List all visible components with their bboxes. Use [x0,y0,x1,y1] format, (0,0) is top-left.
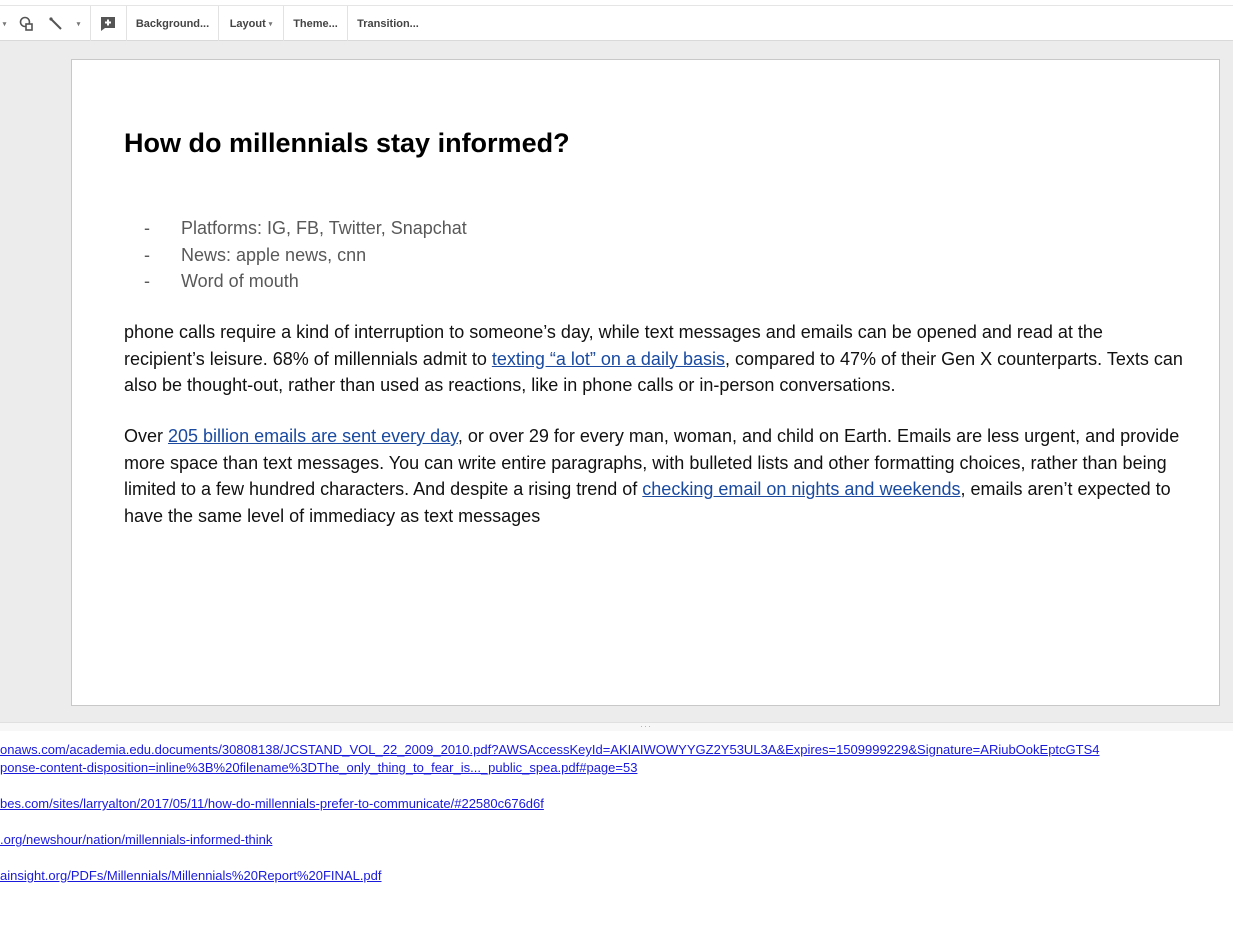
caret-down-icon[interactable]: ▾ [0,6,7,41]
toolbar-separator [90,6,91,41]
bullet-dash: - [144,244,150,265]
bullet-item: - Platforms: IG, FB, Twitter, Snapchat [144,215,467,242]
paragraph-text: Over [124,426,169,446]
comment-add-icon[interactable] [95,6,121,41]
bullet-dash: - [144,218,150,238]
shape-icon[interactable] [14,6,38,41]
drag-grip-icon[interactable]: ··· [640,721,652,731]
paragraph-emails[interactable]: Over 205 billion emails are sent every d… [124,423,1184,529]
bullet-item: - News: apple news, cnn [144,242,467,269]
paragraph-phone-calls[interactable]: phone calls require a kind of interrupti… [124,319,1184,399]
slide-title[interactable]: How do millennials stay informed? [124,128,570,159]
bullet-text: News: apple news, cnn [181,244,367,265]
layout-button-label: Layout [229,17,266,30]
bullet-list[interactable]: - Platforms: IG, FB, Twitter, Snapchat - N… [144,215,467,295]
notes-resize-handle[interactable]: ··· [0,721,1233,731]
toolbar: ▾ ▾ Background... Layout ▾ Theme... Tran… [0,5,1233,41]
background-button-label: Background... [135,17,210,30]
texting-link[interactable]: texting “a lot” on a daily basis [492,349,725,369]
line-menu-caret-icon[interactable]: ▾ [70,6,84,41]
emails-sent-link[interactable]: 205 billion emails are sent every day [168,426,458,446]
line-icon[interactable] [44,6,68,41]
slide-canvas[interactable]: How do millennials stay informed? - Platf… [71,59,1220,706]
notes-link[interactable]: bes.com/sites/larryalton/2017/05/11/how-… [0,796,544,811]
theme-button-label: Theme... [293,17,338,30]
bullet-dash: - [144,271,150,291]
bullet-text: Platforms: IG, FB, Twitter, Snapchat [181,218,467,238]
notes-link[interactable]: onaws.com/academia.edu.documents/3080813… [0,742,1100,757]
theme-button[interactable]: Theme... [284,6,347,41]
checking-email-link[interactable]: checking email on nights and weekends [642,479,960,499]
notes-link[interactable]: .org/newshour/nation/millennials-informe… [0,832,272,847]
layout-button[interactable]: Layout ▾ [219,6,283,41]
notes-link[interactable]: ponse-content-disposition=inline%3B%20fi… [0,760,637,775]
notes-link[interactable]: ainsight.org/PDFs/Millennials/Millennial… [0,868,382,883]
background-button[interactable]: Background... [127,6,218,41]
bullet-text: Word of mouth [181,271,299,291]
transition-button[interactable]: Transition... [348,6,428,41]
bullet-item: - Word of mouth [144,268,467,295]
layout-caret-icon: ▾ [268,20,273,28]
transition-button-label: Transition... [357,17,419,30]
